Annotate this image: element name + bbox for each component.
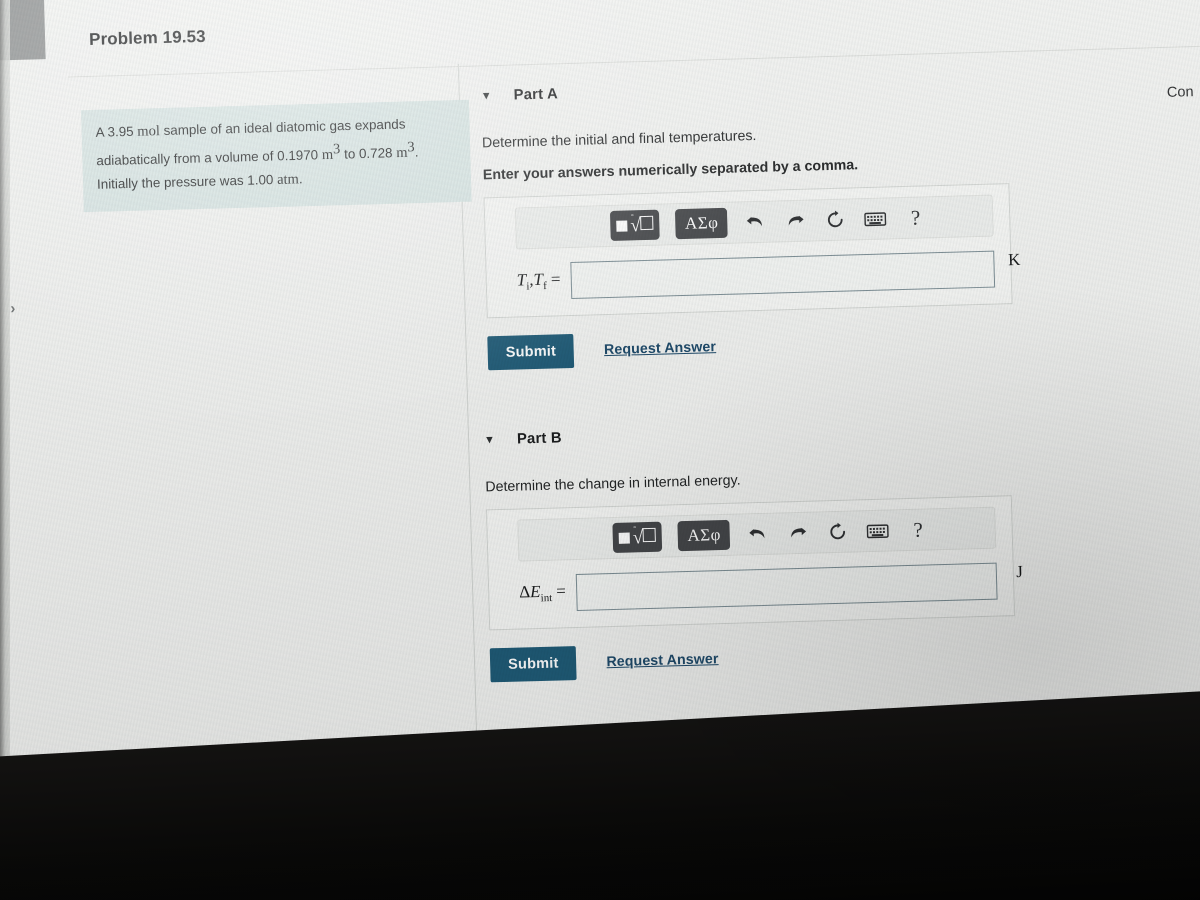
part-b-submit-button[interactable]: Submit: [489, 646, 577, 683]
square-placeholder-icon: [618, 532, 630, 544]
part-a-unit-label: K: [1007, 249, 1021, 270]
nth-root-icon: ▫ √: [632, 523, 657, 548]
part-a-math-toolbar: ▫ √ ΑΣφ ?: [514, 194, 994, 250]
part-a-submit-button[interactable]: Submit: [487, 333, 575, 371]
part-a-header[interactable]: ▼ Part A: [480, 66, 1180, 107]
problem-statement: A 3.95 mol sample of an ideal diatomic g…: [81, 99, 472, 213]
statement-line1-post: sample of an ideal diatomic gas: [159, 117, 352, 139]
part-b-actions: Submit Request Answer: [489, 629, 1191, 683]
part-b-answer-input[interactable]: [575, 562, 998, 612]
keyboard-icon[interactable]: [866, 518, 891, 543]
part-b-entry-label: ΔEint =: [518, 581, 567, 605]
help-icon[interactable]: ?: [903, 205, 928, 230]
part-b-prompt: Determine the change in internal energy.: [485, 472, 741, 496]
chevron-down-icon[interactable]: ▼: [481, 90, 492, 102]
math-template-button[interactable]: ▫ √: [612, 521, 663, 553]
statement-unit-m-1: m: [321, 147, 334, 164]
page-title: Problem 19.53: [88, 26, 206, 49]
nth-root-icon: ▫ √: [630, 211, 654, 236]
part-a-prompt: Determine the initial and final temperat…: [481, 127, 757, 152]
part-b-label: Part B: [516, 430, 562, 448]
statement-period: .: [298, 171, 303, 187]
reset-icon[interactable]: [826, 520, 851, 545]
part-a-instruction: Enter your answers numerically separated…: [482, 157, 859, 184]
part-b-header[interactable]: ▼ Part B: [484, 411, 1184, 452]
help-icon[interactable]: ?: [906, 517, 931, 542]
statement-unit-m-2: m: [396, 145, 408, 162]
part-b: ▼ Part B Determine the change in interna…: [484, 411, 1191, 683]
statement-exp-1: 3: [332, 141, 341, 158]
part-b-input-wrap: J: [575, 562, 1023, 612]
keyboard-icon[interactable]: [863, 206, 888, 231]
part-b-unit-label: J: [1015, 561, 1024, 582]
part-a-answer-box: ▫ √ ΑΣφ ? Ti,Tf = K: [483, 183, 1021, 319]
greek-symbols-button[interactable]: ΑΣφ: [675, 207, 729, 240]
part-a-input-wrap: K: [569, 250, 1021, 300]
statement-atm: atm: [276, 171, 300, 189]
part-a-entry-row: Ti,Tf = K: [516, 250, 1021, 301]
math-template-button[interactable]: ▫ √: [609, 209, 661, 241]
part-a-answer-input[interactable]: [569, 250, 996, 300]
greek-symbols-button[interactable]: ΑΣφ: [677, 519, 731, 552]
part-a-actions: Submit Request Answer: [487, 317, 1188, 371]
redo-icon[interactable]: [783, 209, 808, 234]
chevron-down-icon[interactable]: ▼: [484, 434, 495, 446]
redo-icon[interactable]: [786, 521, 811, 546]
part-a-label: Part A: [513, 86, 559, 104]
part-b-entry-row: ΔEint = J: [518, 562, 1023, 613]
undo-icon[interactable]: [743, 210, 768, 235]
part-a-entry-label: Ti,Tf =: [516, 269, 561, 293]
screen-photo: Problem 19.53 Con › A 3.95 mol sample of…: [0, 0, 1200, 900]
part-a-request-answer-link[interactable]: Request Answer: [604, 339, 716, 358]
undo-icon[interactable]: [746, 522, 771, 547]
part-a: ▼ Part A Determine the initial and final…: [480, 66, 1188, 371]
statement-mol: mol: [137, 123, 161, 140]
part-b-answer-box: ▫ √ ΑΣφ ? ΔEint = J: [485, 495, 1023, 631]
square-placeholder-icon: [616, 219, 628, 232]
part-b-math-toolbar: ▫ √ ΑΣφ ?: [517, 506, 997, 562]
statement-line1-pre: A 3.95: [95, 123, 138, 140]
reset-icon[interactable]: [823, 208, 848, 233]
expand-sidebar-chevron-icon[interactable]: ›: [10, 300, 15, 317]
statement-line3-pre: to 0.728: [343, 145, 397, 163]
part-b-request-answer-link[interactable]: Request Answer: [606, 651, 718, 670]
